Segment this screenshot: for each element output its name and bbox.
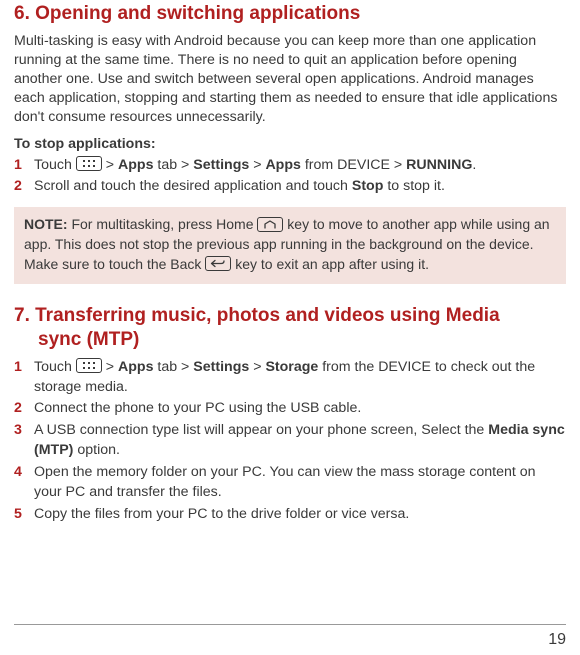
text: tab > [153,157,193,173]
note-box: NOTE: For multitasking, press Home key t… [14,207,566,284]
text: > [249,157,265,173]
text: > [102,359,118,375]
text: Open the memory folder on your PC. You c… [34,463,566,503]
text: Stop [352,178,384,194]
home-key-icon [257,217,283,232]
back-key-icon [205,256,231,271]
heading-line2: sync (MTP) [14,329,139,350]
step-number: 3 [14,421,34,441]
home-grid-icon [76,156,102,171]
text: Connect the phone to your PC using the U… [34,399,566,419]
text: Settings [193,359,249,375]
text: Apps [118,157,153,173]
list-item: 2 Scroll and touch the desired applicati… [14,177,566,197]
step-number: 1 [14,156,34,176]
list-item: 5 Copy the files from your PC to the dri… [14,505,566,525]
note-label: NOTE: [24,216,68,232]
heading-line1: 7. Transferring music, photos and videos… [14,305,500,326]
step-number: 1 [14,358,34,378]
section7-steps: 1 Touch > Apps tab > Settings > Storage … [14,358,566,525]
text: . [472,157,476,173]
note-text: key to exit an app after using it. [231,256,429,272]
step-number: 4 [14,463,34,483]
text: from DEVICE > [301,157,406,173]
step-number: 2 [14,399,34,419]
text: > [249,359,265,375]
step-number: 5 [14,505,34,525]
text: Storage [265,359,318,375]
section6-heading: 6. Opening and switching applications [14,2,566,26]
list-item: 3 A USB connection type list will appear… [14,421,566,461]
text: to stop it. [383,178,445,194]
list-item: 2 Connect the phone to your PC using the… [14,399,566,419]
home-grid-icon [76,358,102,373]
list-item: 1 Touch > Apps tab > Settings > Storage … [14,358,566,398]
text: Scroll and touch the desired application… [34,178,352,194]
text: A USB connection type list will appear o… [34,422,488,438]
stop-apps-header: To stop applications: [14,136,566,152]
step-number: 2 [14,177,34,197]
text: > [102,157,118,173]
text: Touch [34,359,76,375]
section7-heading: 7. Transferring music, photos and videos… [14,304,566,352]
list-item: 1 Touch > Apps tab > Settings > Apps fro… [14,156,566,176]
footer-rule [14,624,566,625]
note-text: For multitasking, press Home [68,216,258,232]
text: Touch [34,157,76,173]
text: Settings [193,157,249,173]
page-number: 19 [548,631,566,649]
section6-intro: Multi-tasking is easy with Android becau… [14,32,566,128]
text: RUNNING [406,157,472,173]
section6-steps: 1 Touch > Apps tab > Settings > Apps fro… [14,156,566,198]
text: tab > [153,359,193,375]
text: Apps [265,157,300,173]
text: Copy the files from your PC to the drive… [34,505,566,525]
list-item: 4 Open the memory folder on your PC. You… [14,463,566,503]
text: Apps [118,359,153,375]
text: option. [73,442,120,458]
manual-page: 6. Opening and switching applications Mu… [0,0,580,545]
